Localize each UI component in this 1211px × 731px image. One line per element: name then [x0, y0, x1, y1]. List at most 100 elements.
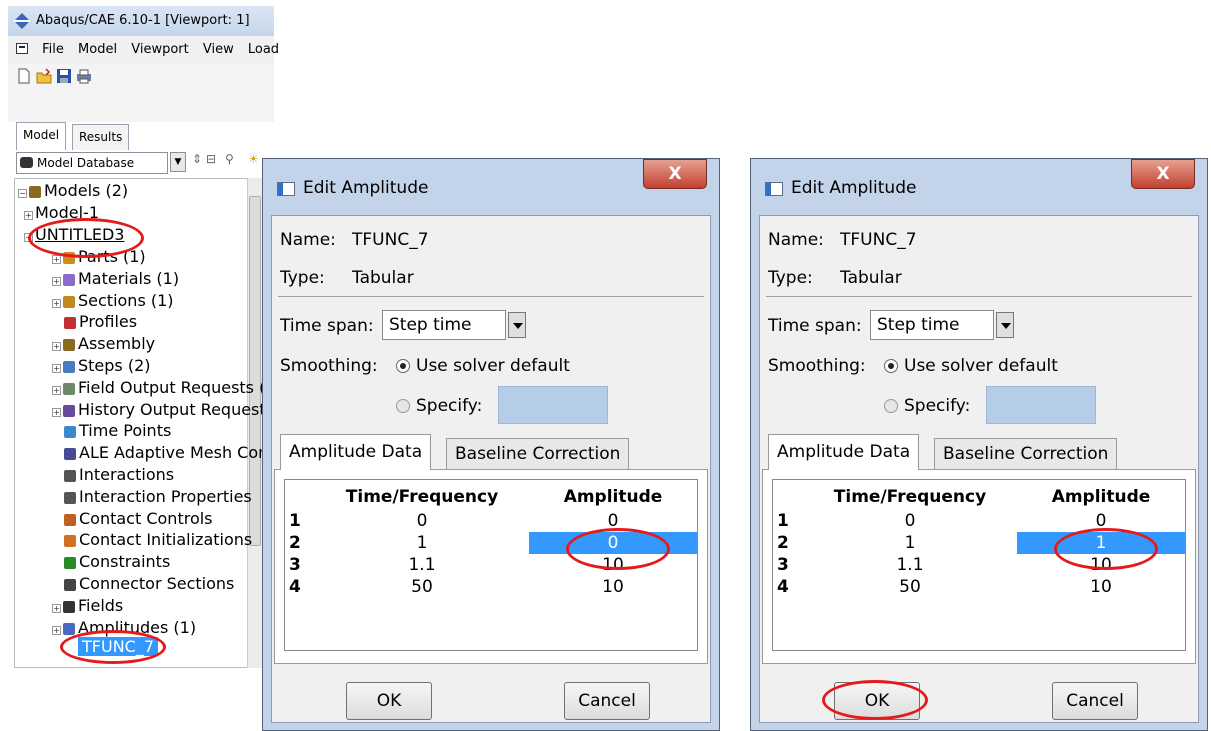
expand-icon[interactable]: + [52, 298, 61, 308]
tree-node-fields[interactable]: + Fields [52, 596, 123, 615]
amplitude-table[interactable]: Time/Frequency Amplitude 1 0 0 2 1 1 3 1… [772, 479, 1186, 651]
table-cell-amplitude[interactable]: 0 [1017, 510, 1185, 532]
row-header[interactable]: 4 [773, 576, 803, 598]
row-header[interactable]: 1 [773, 510, 803, 532]
table-cell-time[interactable]: 0 [803, 510, 1017, 532]
column-header-time[interactable]: Time/Frequency [803, 486, 1017, 508]
table-cell-amplitude[interactable]: 10 [529, 554, 697, 576]
menu-file[interactable]: File [42, 42, 64, 57]
expand-icon[interactable]: + [52, 364, 61, 373]
menu-view[interactable]: View [203, 42, 234, 57]
table-cell-time[interactable]: 50 [803, 576, 1017, 598]
tree-node-steps-2[interactable]: + Steps (2) [52, 357, 151, 375]
tree-node-interaction-properties[interactable]: Interaction Properties [64, 487, 252, 506]
menu-load[interactable]: Load [248, 42, 279, 57]
expand-icon[interactable]: + [52, 603, 61, 613]
close-button[interactable]: X [643, 159, 707, 189]
time-span-select[interactable]: Step time [870, 310, 994, 340]
column-header-amplitude[interactable]: Amplitude [1017, 486, 1185, 508]
tree-node-constraints[interactable]: Constraints [64, 553, 170, 571]
lightbulb-icon[interactable]: ☀ [248, 152, 259, 166]
expand-icon[interactable]: + [52, 276, 61, 286]
tree-node-materials-1[interactable]: + Materials (1) [52, 269, 179, 288]
menu-viewport[interactable]: Viewport [131, 42, 189, 57]
table-cell-amplitude-selected[interactable]: 0 [529, 532, 697, 554]
table-cell-amplitude-selected[interactable]: 1 [1017, 532, 1185, 554]
table-cell-amplitude[interactable]: 10 [1017, 554, 1185, 576]
cancel-button[interactable]: Cancel [564, 682, 650, 720]
column-header-amplitude[interactable]: Amplitude [529, 486, 697, 508]
expand-icon[interactable]: + [52, 255, 61, 264]
column-header-time[interactable]: Time/Frequency [315, 486, 529, 508]
cancel-button[interactable]: Cancel [1052, 682, 1138, 720]
table-cell-time[interactable]: 0 [315, 510, 529, 532]
expand-tree-icon[interactable]: ⊟ [206, 152, 216, 166]
table-cell-amplitude[interactable]: 0 [529, 510, 697, 532]
tree-node-parts-1[interactable]: + Parts (1) [52, 248, 146, 266]
tree-node-connector-sections[interactable]: Connector Sections [64, 575, 234, 593]
row-header[interactable]: 2 [773, 532, 803, 554]
table-cell-time[interactable]: 1.1 [803, 554, 1017, 576]
table-cell-amplitude[interactable]: 10 [529, 576, 697, 598]
tree-node-interactions[interactable]: Interactions [64, 466, 174, 484]
tree-node-profiles[interactable]: Profiles [64, 313, 137, 331]
expand-icon[interactable]: + [52, 342, 61, 352]
open-folder-icon[interactable] [36, 68, 52, 84]
tree-node-assembly[interactable]: + Assembly [52, 335, 155, 353]
tree-node-time-points[interactable]: Time Points [64, 422, 171, 440]
row-header[interactable]: 4 [285, 576, 315, 598]
row-header[interactable]: 3 [773, 554, 803, 576]
tree-node-untitled3[interactable]: − UNTITLED3 [24, 226, 124, 244]
table-cell-amplitude[interactable]: 10 [1017, 576, 1185, 598]
row-header[interactable]: 3 [285, 554, 315, 576]
tree-node-ale-adaptive-mesh-constr[interactable]: ALE Adaptive Mesh Constr [64, 444, 289, 462]
tab-baseline-correction[interactable]: Baseline Correction [934, 438, 1118, 470]
row-header[interactable]: 2 [285, 532, 315, 554]
radio-use-solver-default[interactable] [884, 359, 898, 373]
radio-specify[interactable] [884, 399, 898, 413]
expand-icon[interactable]: + [52, 407, 61, 417]
ok-button[interactable]: OK [834, 682, 920, 720]
time-span-select[interactable]: Step time [382, 310, 506, 340]
tab-baseline-correction[interactable]: Baseline Correction [446, 438, 630, 470]
close-button[interactable]: X [1131, 159, 1195, 189]
radio-specify[interactable] [396, 399, 410, 413]
table-cell-time[interactable]: 1.1 [315, 554, 529, 576]
tree-node-amplitudes-1[interactable]: + Amplitudes (1) [52, 618, 196, 637]
table-cell-time[interactable]: 1 [315, 532, 529, 554]
row-header[interactable]: 1 [285, 510, 315, 532]
new-file-icon[interactable] [16, 68, 32, 84]
tree-node-field-output-requests-1[interactable]: + Field Output Requests (1) [52, 378, 282, 397]
tab-amplitude-data[interactable]: Amplitude Data [280, 434, 432, 470]
specify-value-field[interactable] [498, 386, 608, 424]
tree-node-history-output-requests-1[interactable]: + History Output Requests (1 [52, 400, 296, 419]
database-selector[interactable]: Model Database [16, 152, 168, 174]
chevron-down-icon[interactable] [996, 312, 1014, 338]
table-cell-time[interactable]: 50 [315, 576, 529, 598]
expand-icon[interactable]: + [52, 385, 61, 395]
system-menu-icon[interactable] [16, 43, 28, 54]
tab-amplitude-data[interactable]: Amplitude Data [768, 434, 920, 470]
tree-node-contact-controls[interactable]: Contact Controls [64, 509, 213, 528]
expand-icon[interactable]: + [24, 211, 33, 220]
ok-button[interactable]: OK [346, 682, 432, 720]
expand-icon[interactable]: + [52, 625, 61, 635]
tree-node-model-1[interactable]: + Model-1 [24, 204, 99, 222]
tree-node-models[interactable]: − Models (2) [18, 182, 128, 200]
amplitude-table[interactable]: Time/Frequency Amplitude 1 0 0 2 1 0 3 1… [284, 479, 698, 651]
chevron-down-icon[interactable] [508, 312, 526, 338]
print-icon[interactable] [76, 68, 92, 84]
save-icon[interactable] [56, 68, 72, 84]
tab-model[interactable]: Model [16, 122, 67, 150]
database-dropdown-button[interactable]: ▼ [170, 152, 186, 172]
sort-icon[interactable]: ⇕ [192, 152, 202, 166]
tab-results[interactable]: Results [72, 124, 130, 150]
radio-use-solver-default[interactable] [396, 359, 410, 373]
specify-value-field[interactable] [986, 386, 1096, 424]
collapse-icon[interactable]: − [24, 233, 33, 242]
table-cell-time[interactable]: 1 [803, 532, 1017, 554]
tree-node-sections-1[interactable]: + Sections (1) [52, 291, 174, 310]
collapse-icon[interactable]: − [18, 189, 27, 198]
tree-node-tfunc-7[interactable]: TFUNC_7 [78, 637, 159, 656]
filter-icon[interactable]: ⚲ [225, 152, 234, 166]
